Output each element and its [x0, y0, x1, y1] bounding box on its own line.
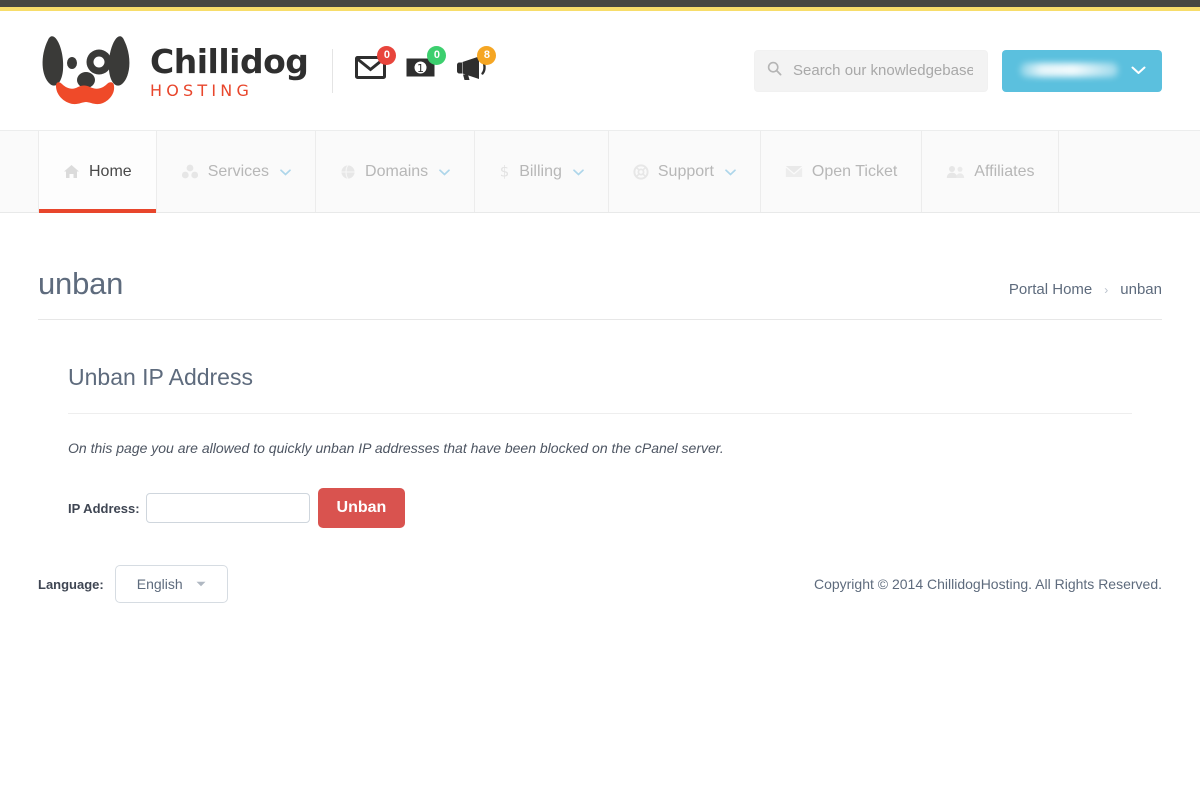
nav-list: Home Services Domains $ Billing Support …: [38, 131, 1060, 213]
notification-group: 0 1 0 8: [355, 45, 497, 88]
account-name-redacted: [1020, 62, 1118, 77]
announcements-notification[interactable]: 8: [455, 45, 497, 88]
page-title: unban: [38, 266, 124, 301]
envelope-icon: [785, 165, 803, 178]
search-input[interactable]: [791, 61, 975, 80]
nav-item-billing[interactable]: $ Billing: [475, 131, 609, 212]
ip-address-label: IP Address:: [68, 500, 140, 516]
nav-label-affiliates: Affiliates: [974, 162, 1035, 180]
nav-label-home: Home: [89, 162, 132, 180]
nav-item-services[interactable]: Services: [156, 131, 317, 212]
breadcrumb: Portal Home › unban: [1009, 281, 1162, 298]
nav-item-home[interactable]: Home: [39, 131, 157, 213]
cubes-icon: [181, 164, 199, 179]
site-header: Chillidog HOSTING 0 1 0 8 Search our kno…: [0, 11, 1200, 130]
nav-item-affiliates[interactable]: Affiliates: [922, 131, 1059, 212]
copyright-text: Copyright © 2014 ChillidogHosting. All R…: [813, 576, 1162, 592]
page-footer: Language: English Copyright © 2014 Chill…: [0, 565, 1200, 603]
svg-text:1: 1: [417, 62, 424, 75]
chevron-down-icon: [280, 165, 291, 179]
caret-down-icon: [196, 579, 206, 590]
header-right-group: [754, 49, 1162, 92]
messages-notification[interactable]: 0: [355, 45, 397, 88]
messages-badge: 0: [377, 45, 397, 65]
invoices-badge: 0: [427, 45, 447, 65]
nav-label-support: Support: [657, 162, 714, 180]
language-value: English: [136, 576, 183, 592]
unban-form: IP Address: Unban: [68, 488, 1132, 528]
search-box[interactable]: [754, 49, 988, 92]
svg-text:$: $: [500, 163, 510, 180]
home-icon: [63, 164, 80, 179]
top-accent-bar-dark: [0, 0, 1200, 7]
language-selector-group: Language: English: [38, 565, 228, 603]
brand-subtitle: HOSTING: [150, 80, 254, 100]
language-label: Language:: [38, 576, 104, 592]
unban-panel: Unban IP Address On this page you are al…: [38, 320, 1162, 528]
brand-name: Chillidog: [150, 41, 309, 81]
page-header: unban Portal Home › unban: [38, 213, 1162, 320]
nav-label-billing: Billing: [519, 162, 562, 180]
breadcrumb-portal-home[interactable]: Portal Home: [1009, 281, 1092, 298]
lifering-icon: [633, 163, 649, 180]
page-container: unban Portal Home › unban Unban IP Addre…: [0, 213, 1200, 528]
breadcrumb-current: unban: [1120, 281, 1162, 298]
globe-icon: [340, 164, 356, 180]
nav-item-support[interactable]: Support: [608, 131, 761, 212]
users-icon: [946, 165, 965, 179]
panel-title: Unban IP Address: [68, 320, 1132, 414]
nav-label-services: Services: [207, 162, 270, 180]
chevron-down-icon: [1131, 63, 1146, 78]
nav-item-domains[interactable]: Domains: [316, 131, 476, 212]
chevron-down-icon: [573, 165, 584, 179]
nav-label-domains: Domains: [365, 162, 429, 180]
brand-logo[interactable]: Chillidog HOSTING: [36, 30, 309, 112]
header-divider: [332, 48, 334, 93]
chevron-down-icon: [725, 165, 736, 179]
breadcrumb-separator-icon: ›: [1104, 282, 1109, 297]
announcements-badge: 8: [477, 45, 497, 65]
unban-button[interactable]: Unban: [317, 488, 406, 528]
invoices-notification[interactable]: 1 0: [405, 45, 447, 88]
ip-address-input[interactable]: [145, 493, 310, 523]
panel-description: On this page you are allowed to quickly …: [68, 440, 724, 456]
search-icon: [767, 61, 782, 81]
chevron-down-icon: [439, 165, 451, 179]
nav-item-open-ticket[interactable]: Open Ticket: [760, 131, 923, 212]
account-dropdown-button[interactable]: [1002, 49, 1162, 92]
main-navigation: Home Services Domains $ Billing Support …: [0, 130, 1200, 213]
dollar-icon: $: [499, 163, 510, 180]
dog-face-logo-icon: [36, 30, 136, 112]
nav-label-open-ticket: Open Ticket: [811, 162, 898, 180]
language-select[interactable]: English: [114, 565, 228, 603]
